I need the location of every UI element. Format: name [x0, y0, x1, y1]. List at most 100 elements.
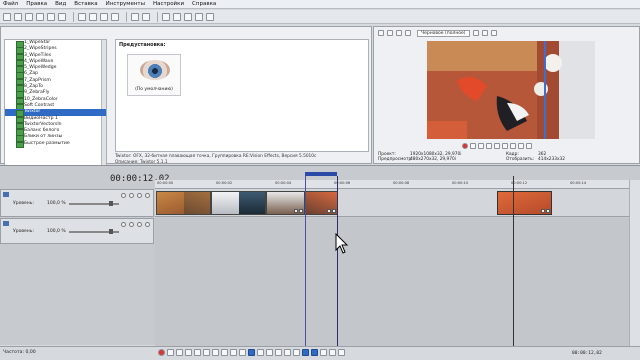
external-monitor-icon[interactable] [387, 30, 393, 36]
split-icon[interactable] [266, 349, 273, 356]
video-clip-selected[interactable] [305, 191, 338, 215]
toolbar-divider [126, 11, 127, 22]
undo-icon[interactable] [131, 12, 139, 21]
clip-pan-crop-icon[interactable] [332, 209, 336, 213]
timeline-vertical-scrollbar[interactable] [629, 180, 640, 346]
selection-tool-icon[interactable] [184, 12, 192, 21]
help-icon[interactable] [206, 12, 214, 21]
record-icon[interactable] [462, 143, 468, 149]
overlays-icon[interactable] [472, 30, 479, 36]
prev-frame-icon[interactable] [510, 143, 516, 149]
track-level-knob[interactable] [109, 229, 113, 234]
menu-help[interactable]: Справка [192, 1, 216, 7]
ruler-tick-label: 00:00:00 [157, 181, 174, 185]
normal-edit-tool-icon[interactable] [248, 349, 255, 356]
prev-frame-icon[interactable] [230, 349, 237, 356]
playhead-cursor[interactable] [513, 176, 514, 346]
next-frame-icon[interactable] [239, 349, 246, 356]
fx-track-icon[interactable] [137, 222, 142, 227]
save-icon[interactable] [25, 12, 33, 21]
lock-envelopes-icon[interactable] [329, 349, 336, 356]
clip-thumbnail [184, 192, 210, 214]
ignore-grouping-icon[interactable] [338, 349, 345, 356]
go-to-end-icon[interactable] [221, 349, 228, 356]
loop-end-marker[interactable] [337, 176, 338, 346]
render-icon[interactable] [47, 12, 55, 21]
menu-edit[interactable]: Правка [26, 1, 47, 7]
play-icon[interactable] [486, 143, 492, 149]
video-clip[interactable] [156, 191, 211, 215]
auto-crossfade-icon[interactable] [311, 349, 318, 356]
loop-region[interactable] [305, 172, 337, 176]
pause-icon[interactable] [194, 349, 201, 356]
video-clip[interactable] [497, 191, 552, 215]
loop-icon[interactable] [167, 349, 174, 356]
envelope-tool-icon[interactable] [173, 12, 181, 21]
new-icon[interactable] [3, 12, 11, 21]
motion-icon[interactable] [145, 222, 150, 227]
fx-icon[interactable] [396, 30, 402, 36]
video-track-header[interactable]: Уровень: 100,0 % [0, 189, 154, 217]
save-snapshot-icon[interactable] [490, 30, 497, 36]
loop-icon[interactable] [470, 143, 476, 149]
record-icon[interactable] [158, 349, 165, 356]
zoom-tool-icon[interactable] [195, 12, 203, 21]
copy-snapshot-icon[interactable] [481, 30, 488, 36]
stop-icon[interactable] [203, 349, 210, 356]
redo-icon[interactable] [142, 12, 150, 21]
ripple-icon[interactable] [320, 349, 327, 356]
fx-list-item[interactable]: Быстрое размытие [5, 141, 106, 149]
clip-fx-icon[interactable] [294, 209, 298, 213]
menu-tools[interactable]: Инструменты [106, 1, 145, 7]
clip-thumbnail [157, 192, 184, 214]
envelope-edit-icon[interactable] [257, 349, 264, 356]
stop-icon[interactable] [502, 143, 508, 149]
paste-icon[interactable] [100, 12, 108, 21]
preview-quality-select[interactable]: Черновое (полное) [417, 29, 470, 37]
go-to-start-icon[interactable] [212, 349, 219, 356]
preview-properties-icon[interactable] [378, 30, 384, 36]
play-icon[interactable] [185, 349, 192, 356]
empty-track-area[interactable] [155, 218, 630, 348]
next-frame-icon[interactable] [518, 143, 524, 149]
properties-icon[interactable] [58, 12, 66, 21]
ruler-tick-label: 00:00:10 [452, 181, 469, 185]
split-screen-icon[interactable] [405, 30, 411, 36]
play-from-start-icon[interactable] [176, 349, 183, 356]
preset-default[interactable]: (По умолчанию) [127, 54, 181, 96]
time-ruler[interactable]: 00:00:00 00:00:02 00:00:04 00:00:06 00:0… [155, 180, 630, 189]
pause-icon[interactable] [494, 143, 500, 149]
menu-file[interactable]: Файл [3, 1, 18, 7]
trim-icon[interactable] [275, 349, 282, 356]
motion-icon[interactable] [145, 193, 150, 198]
edit-tool-icon[interactable] [162, 12, 170, 21]
video-clip[interactable] [266, 191, 305, 215]
open-icon[interactable] [14, 12, 22, 21]
loop-start-marker[interactable] [305, 176, 306, 346]
menu-view[interactable]: Вид [55, 1, 66, 7]
track-level-knob[interactable] [109, 201, 113, 206]
track-level-label: Уровень: [13, 201, 34, 206]
menu-options[interactable]: Настройки [153, 1, 184, 7]
solo-icon[interactable] [129, 193, 134, 198]
mute-icon[interactable] [121, 193, 126, 198]
save-as-icon[interactable] [36, 12, 44, 21]
copy-icon[interactable] [89, 12, 97, 21]
menu-insert[interactable]: Вставка [74, 1, 97, 7]
clip-pan-crop-icon[interactable] [299, 209, 303, 213]
video-clip[interactable] [211, 191, 266, 215]
solo-icon[interactable] [129, 222, 134, 227]
cut-icon[interactable] [78, 12, 86, 21]
region-icon[interactable] [293, 349, 300, 356]
video-track-header[interactable]: Уровень: 100,0 % [0, 218, 154, 244]
marker-icon[interactable] [284, 349, 291, 356]
delete-icon[interactable] [111, 12, 119, 21]
clip-fx-icon[interactable] [541, 209, 545, 213]
mute-icon[interactable] [121, 222, 126, 227]
clip-pan-crop-icon[interactable] [546, 209, 550, 213]
go-to-end-icon[interactable] [526, 143, 532, 149]
snapping-icon[interactable] [302, 349, 309, 356]
clip-fx-icon[interactable] [327, 209, 331, 213]
play-from-start-icon[interactable] [478, 143, 484, 149]
fx-track-icon[interactable] [137, 193, 142, 198]
